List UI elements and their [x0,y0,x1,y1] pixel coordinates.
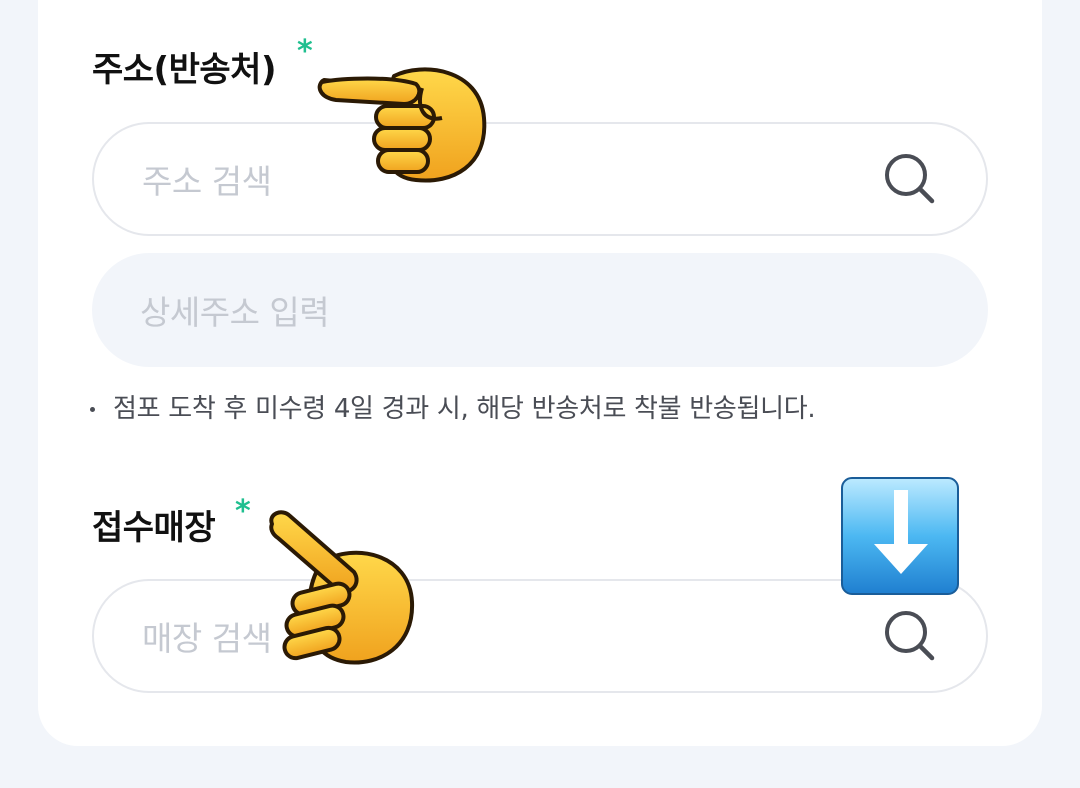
search-icon[interactable] [882,608,938,664]
pointing-hand-icon [269,510,415,665]
bullet-icon [90,407,95,412]
search-icon[interactable] [882,151,938,207]
store-search-placeholder: 매장 검색 [142,619,272,658]
store-label: 접수매장 [92,508,216,548]
detail-address-placeholder: 상세주소 입력 [140,293,330,332]
address-label: 주소(반송처) [92,50,276,90]
return-notice: 점포 도착 후 미수령 4일 경과 시, 해당 반송처로 착불 반송됩니다. [90,388,816,425]
address-search-field[interactable]: 주소 검색 [92,122,988,236]
address-required-mark: * [297,34,313,69]
address-search-placeholder: 주소 검색 [142,162,272,201]
store-required-mark: * [235,494,251,529]
detail-address-field[interactable]: 상세주소 입력 [92,253,988,367]
down-arrow-icon [841,477,959,595]
pointing-hand-icon [317,67,487,183]
return-notice-text: 점포 도착 후 미수령 4일 경과 시, 해당 반송처로 착불 반송됩니다. [113,394,816,424]
